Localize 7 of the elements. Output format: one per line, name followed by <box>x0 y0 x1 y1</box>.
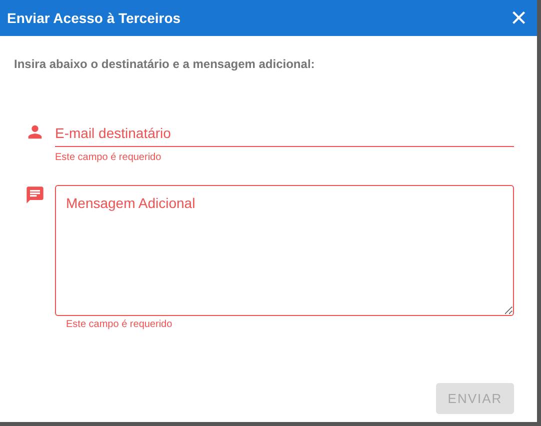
close-button[interactable]: × <box>508 4 529 32</box>
error-message: Este campo é requerido <box>55 152 162 163</box>
message-icon <box>25 185 45 205</box>
error-message: Este campo é requerido <box>66 319 174 330</box>
dialog-title: Enviar Acesso à Terceiros <box>7 10 181 26</box>
message-field[interactable]: Mensagem Adicional <box>55 185 514 316</box>
instruction-text: Insira abaixo o destinatário e a mensagem adicional: <box>14 57 316 71</box>
